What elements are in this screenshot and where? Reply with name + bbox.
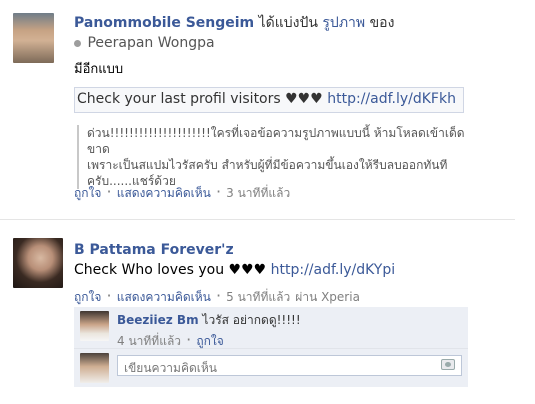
post1-shared-photo-link[interactable]: รูปภาพ [322,15,365,31]
post1-header: Panommobile Sengeim ได้แบ่งปัน รูปภาพ ขอ… [74,12,394,34]
post1-timestamp[interactable]: 3 นาทีที่แล้ว [226,186,290,200]
post1-link-url[interactable]: http://adf.ly/dKFkh [327,91,456,107]
post1-shared-suffix: ของ [369,15,395,31]
post2-comment-link[interactable]: แสดงความคิดเห็น [117,290,211,304]
comment-author-avatar[interactable] [80,311,109,341]
post2-timestamp[interactable]: 5 นาทีที่แล้ว [226,290,290,304]
post1-original-owner-row: Peerapan Wongpa [74,35,215,51]
post2-via: ผ่าน Xperia [295,290,360,304]
post1-message: มีอีกแบบ [74,62,124,77]
post1-link-preview[interactable]: Check your last profil visitors ♥♥♥ http… [74,87,464,113]
post2-link-url[interactable]: http://adf.ly/dKYpi [271,262,396,278]
separator: · [186,330,192,349]
post1-comment-link[interactable]: แสดงความคิดเห็น [117,186,211,200]
camera-icon[interactable] [441,359,455,370]
post1-quote: ด่วน!!!!!!!!!!!!!!!!!!!!!ใครที่เจอข้อควา… [77,125,487,189]
comment-text: ไวรัส อย่ากดดู!!!!! [202,313,301,327]
post1-actions: ถูกใจ · แสดงความคิดเห็น · 3 นาทีที่แล้ว [74,182,290,203]
check-circle-icon [74,39,81,47]
post1-like-link[interactable]: ถูกใจ [74,186,101,200]
post1-link-text: Check your last profil visitors ♥♥♥ [77,91,323,107]
comment-meta: 4 นาทีที่แล้ว · ถูกใจ [117,330,224,351]
comment-body: Beeziiez Bm ไวรัส อย่ากดดู!!!!! [117,311,301,330]
separator: · [106,286,112,305]
comment-author-link[interactable]: Beeziiez Bm [117,313,199,327]
post2-author-avatar[interactable] [13,238,63,288]
separator: · [106,182,112,201]
post1-author-avatar[interactable] [13,13,54,63]
post2-message: Check Who loves you ♥♥♥ http://adf.ly/dK… [74,262,395,278]
post1-author-link[interactable]: Panommobile Sengeim [74,15,254,31]
comment-timestamp[interactable]: 4 นาทีที่แล้ว [117,334,181,348]
comment-like-link[interactable]: ถูกใจ [196,334,223,348]
post2-message-text: Check Who loves you ♥♥♥ [74,262,267,278]
post1-original-owner[interactable]: Peerapan Wongpa [87,35,214,51]
comment-input-placeholder: เขียนความคิดเห็น [124,361,217,375]
post2-like-link[interactable]: ถูกใจ [74,290,101,304]
post2-author-name[interactable]: B Pattama Forever'z [74,242,234,258]
composer-avatar [80,353,109,383]
post1-shared-prefix: ได้แบ่งปัน [258,15,318,31]
separator: · [215,182,222,201]
comment-input[interactable]: เขียนความคิดเห็น [117,355,462,376]
post1-quote-line1: ด่วน!!!!!!!!!!!!!!!!!!!!!ใครที่เจอข้อควา… [87,126,465,156]
post2-actions: ถูกใจ · แสดงความคิดเห็น · 5 นาทีที่แล้ว … [74,286,360,307]
post2-author-link[interactable]: B Pattama Forever'z [74,239,234,258]
separator: · [215,286,222,305]
post-divider [0,219,515,220]
post1-quote-line2: เพราะเป็นสแปมไวรัสครับ สำหรับผู้ที่มีข้อ… [87,158,448,172]
